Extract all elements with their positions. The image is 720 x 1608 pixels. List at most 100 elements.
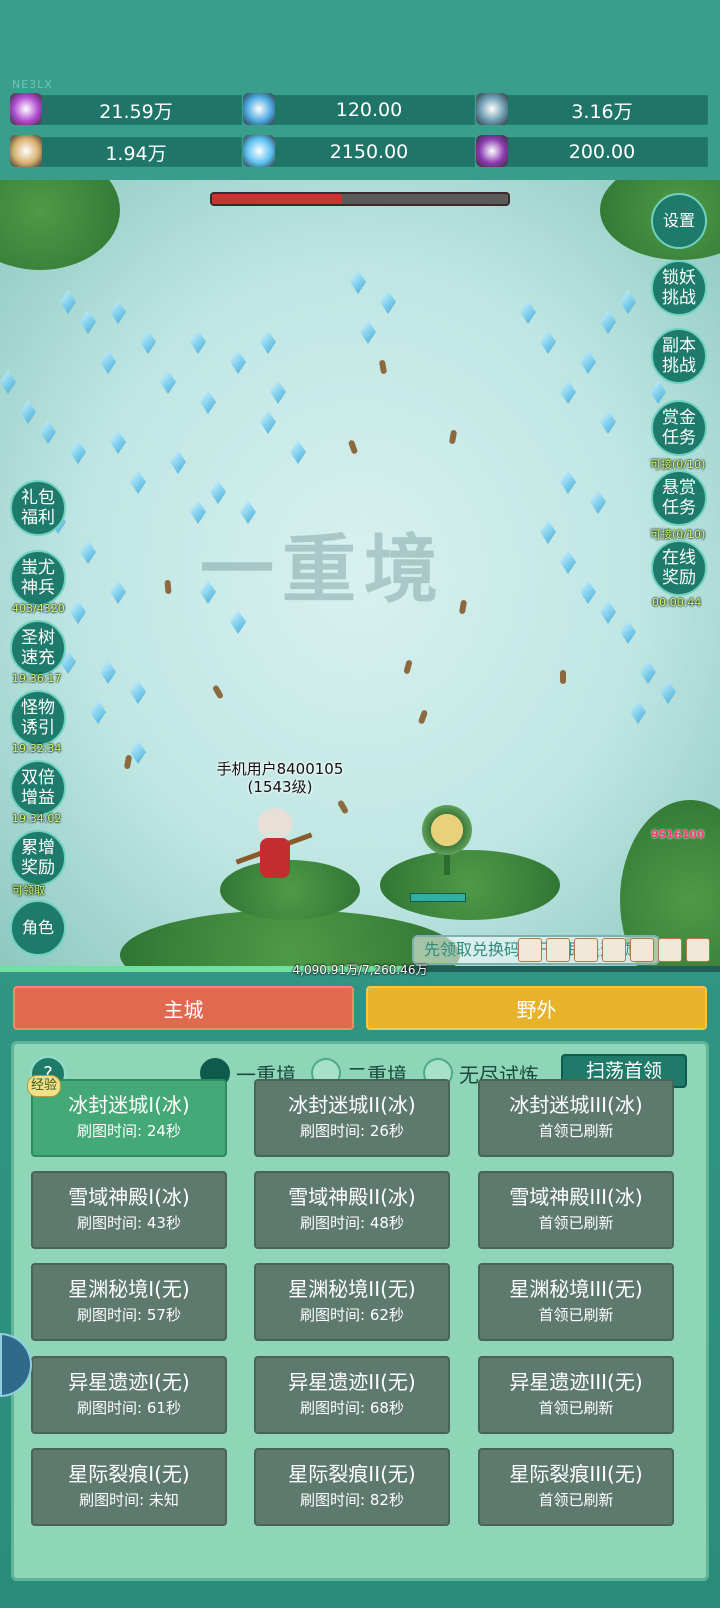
right-button-bounty-hang[interactable]: 悬赏任务 [651, 470, 707, 526]
ice-crystal-icon [80, 540, 96, 564]
dungeon-name: 冰封迷城I(冰) [68, 1093, 190, 1117]
skill-slot-icon[interactable] [686, 938, 710, 962]
damage-number: 9516100 [651, 828, 705, 841]
purple-gem-icon [10, 93, 42, 125]
ice-crystal-icon [650, 380, 666, 404]
right-button-bounty-gold[interactable]: 赏金任务 [651, 400, 707, 456]
ice-crystal-icon [620, 290, 636, 314]
right-button-online[interactable]: 在线奖励 [651, 540, 707, 596]
ice-crystal-icon [130, 740, 146, 764]
dungeon-status: 刷图时间: 62秒 [300, 1306, 404, 1324]
dungeon-status: 刷图时间: 82秒 [300, 1491, 404, 1509]
skill-slot-icon[interactable] [630, 938, 654, 962]
monster-head [422, 805, 472, 855]
left-button-gift[interactable]: 礼包福利 [10, 480, 66, 536]
tab-main-city[interactable]: 主城 [13, 986, 354, 1030]
ice-crystal-icon [70, 440, 86, 464]
watermark: NE3LX [12, 78, 53, 91]
ice-crystal-icon [600, 600, 616, 624]
left-button-weapon[interactable]: 蚩尤神兵 [10, 550, 66, 606]
wood-shard-icon [417, 709, 429, 725]
resource-value-2: 3.16万 [496, 95, 708, 125]
dungeon-card[interactable]: 异星遗迹III(无) 首领已刷新 [478, 1356, 674, 1434]
dungeon-status: 刷图时间: 43秒 [77, 1214, 181, 1232]
dungeon-card[interactable]: 雪域神殿II(冰) 刷图时间: 48秒 [254, 1171, 450, 1249]
dungeon-card[interactable]: 星渊秘境I(无) 刷图时间: 57秒 [31, 1263, 227, 1341]
dungeon-name: 星际裂痕II(无) [288, 1462, 416, 1486]
dungeon-status: 刷图时间: 未知 [79, 1491, 179, 1509]
left-button-role[interactable]: 角色 [10, 900, 66, 956]
ice-crystal-icon [630, 700, 646, 724]
ice-crystal-icon [160, 370, 176, 394]
dungeon-status: 首领已刷新 [538, 1122, 614, 1140]
ice-crystal-icon [540, 520, 556, 544]
left-button-tree[interactable]: 圣树速充 [10, 620, 66, 676]
dungeon-card[interactable]: 星际裂痕I(无) 刷图时间: 未知 [31, 1448, 227, 1526]
dungeon-card[interactable]: 冰封迷城I(冰) 刷图时间: 24秒 经验 [27, 1075, 227, 1157]
potion-icon [476, 135, 508, 167]
dungeon-status: 刷图时间: 68秒 [300, 1399, 404, 1417]
wood-shard-icon [211, 684, 225, 700]
ice-crystal-icon [20, 400, 36, 424]
dungeon-status: 刷图时间: 57秒 [77, 1306, 181, 1324]
skill-slot-icon[interactable] [546, 938, 570, 962]
right-button-lock-demon[interactable]: 锁妖挑战 [651, 260, 707, 316]
dungeon-name: 星渊秘境II(无) [288, 1277, 416, 1301]
dungeon-card[interactable]: 星际裂痕II(无) 刷图时间: 82秒 [254, 1448, 450, 1526]
battle-scene[interactable]: 一重境 9516100 先领取兑换码，开局即遥遥领先 手机用户8400105 (… [0, 180, 720, 970]
player-character [235, 808, 313, 882]
resource-value-4: 2150.00 [263, 137, 475, 167]
skill-slot-icon[interactable] [518, 938, 542, 962]
dungeon-card[interactable]: 雪域神殿I(冰) 刷图时间: 43秒 [31, 1171, 227, 1249]
player-level: (1543级) [247, 778, 313, 796]
dungeon-card[interactable]: 冰封迷城II(冰) 刷图时间: 26秒 [254, 1079, 450, 1157]
resource-value-1: 120.00 [263, 95, 475, 125]
right-button-settings[interactable]: 设置 [651, 193, 707, 249]
dungeon-name: 雪域神殿III(冰) [509, 1185, 643, 1209]
planet-icon [476, 93, 508, 125]
wood-shard-icon [164, 579, 172, 595]
realm-watermark: 一重境 [200, 527, 446, 613]
dungeon-card[interactable]: 星渊秘境II(无) 刷图时间: 62秒 [254, 1263, 450, 1341]
ice-crystal-icon [270, 380, 286, 404]
dungeon-card[interactable]: 星渊秘境III(无) 首领已刷新 [478, 1263, 674, 1341]
ice-crystal-icon [60, 290, 76, 314]
skill-slot-icon[interactable] [574, 938, 598, 962]
dungeon-name: 冰封迷城III(冰) [509, 1093, 643, 1117]
wood-shard-icon [458, 599, 468, 615]
dungeon-name: 星渊秘境I(无) [68, 1277, 190, 1301]
dungeon-card[interactable]: 冰封迷城III(冰) 首领已刷新 [478, 1079, 674, 1157]
tab-field[interactable]: 野外 [366, 986, 707, 1030]
boss-hp-fill [212, 194, 343, 204]
ice-crystal-icon [290, 440, 306, 464]
ice-crystal-icon [620, 620, 636, 644]
left-button-double[interactable]: 双倍增益 [10, 760, 66, 816]
dungeon-card[interactable]: 异星遗迹II(无) 刷图时间: 68秒 [254, 1356, 450, 1434]
left-button-double-status: 19:34:02 [12, 812, 62, 825]
ice-crystal-icon [100, 660, 116, 684]
ice-crystal-icon [80, 310, 96, 334]
exp-text: 4,090.91万/7,260.46万 [292, 963, 428, 977]
ice-crystal-icon [600, 410, 616, 434]
ice-crystal-icon [600, 310, 616, 334]
dungeon-name: 星际裂痕I(无) [68, 1462, 190, 1486]
dungeon-name: 冰封迷城II(冰) [288, 1093, 416, 1117]
skill-slot-icon[interactable] [602, 938, 626, 962]
ice-crystal-icon [230, 350, 246, 374]
wood-shard-icon [123, 754, 133, 770]
game-screen: NE3LX 21.59万 120.00 3.16万 1.94万 2150.00 200.0… [0, 0, 720, 1608]
ice-crystal-icon [110, 580, 126, 604]
left-button-cumulative[interactable]: 累增奖励 [10, 830, 66, 886]
scroll-icon [10, 135, 42, 167]
left-button-lure[interactable]: 怪物诱引 [10, 690, 66, 746]
dungeon-card[interactable]: 异星遗迹I(无) 刷图时间: 61秒 [31, 1356, 227, 1434]
dungeon-card[interactable]: 雪域神殿III(冰) 首领已刷新 [478, 1171, 674, 1249]
dungeon-name: 雪域神殿II(冰) [288, 1185, 416, 1209]
ice-crystal-icon [200, 390, 216, 414]
dungeon-card[interactable]: 星际裂痕III(无) 首领已刷新 [478, 1448, 674, 1526]
ice-crystal-icon [210, 480, 226, 504]
right-button-dungeon[interactable]: 副本挑战 [651, 328, 707, 384]
ice-crystal-icon [260, 410, 276, 434]
skill-slot-icon[interactable] [658, 938, 682, 962]
hero-head [258, 808, 292, 838]
